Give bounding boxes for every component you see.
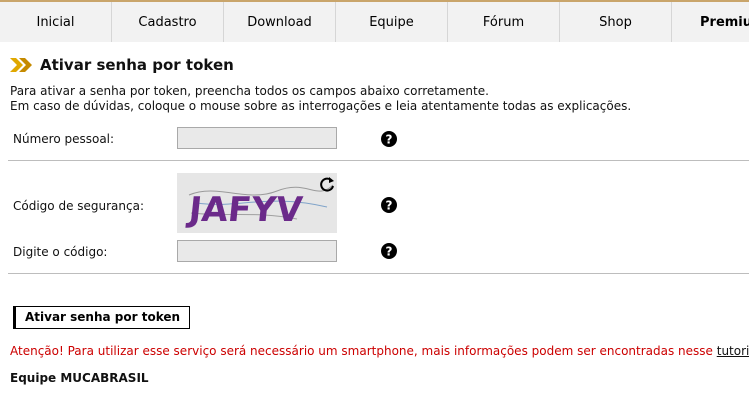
svg-text:?: ?: [386, 245, 393, 259]
nav-item-download[interactable]: Download: [224, 2, 336, 42]
nav-item-premium[interactable]: Premium: [672, 2, 749, 42]
page-title-row: Ativar senha por token: [10, 56, 234, 74]
form-divider: [8, 160, 749, 161]
team-signature: Equipe MUCABRASIL: [10, 371, 149, 385]
enter-code-input[interactable]: [177, 240, 337, 262]
svg-text:?: ?: [386, 133, 393, 147]
help-question-icon[interactable]: ?: [381, 131, 397, 147]
warning-text: Atenção! Para utilizar esse serviço será…: [10, 344, 717, 358]
activate-token-button[interactable]: Ativar senha por token: [13, 306, 191, 329]
refresh-captcha-icon[interactable]: [318, 175, 336, 193]
nav-item-equipe[interactable]: Equipe: [336, 2, 448, 42]
security-code-label: Código de segurança:: [13, 199, 145, 213]
nav-item-inicial[interactable]: Inicial: [0, 2, 112, 42]
smartphone-warning: Atenção! Para utilizar esse serviço será…: [10, 344, 749, 358]
personal-number-input[interactable]: [177, 127, 337, 149]
double-chevron-right-icon: [10, 58, 32, 72]
intro-line-2: Em caso de dúvidas, coloque o mouse sobr…: [10, 99, 632, 113]
form-divider: [8, 273, 749, 274]
captcha-image: JAFYV: [177, 173, 337, 233]
personal-number-label: Número pessoal:: [13, 132, 115, 146]
page-title: Ativar senha por token: [40, 56, 234, 74]
enter-code-label: Digite o código:: [13, 245, 108, 259]
main-nav: Inicial Cadastro Download Equipe Fórum S…: [0, 2, 749, 42]
help-question-icon[interactable]: ?: [381, 197, 397, 213]
intro-line-1: Para ativar a senha por token, preencha …: [10, 84, 489, 98]
help-question-icon[interactable]: ?: [381, 243, 397, 259]
nav-item-forum[interactable]: Fórum: [448, 2, 560, 42]
nav-item-shop[interactable]: Shop: [560, 2, 672, 42]
tutorial-link[interactable]: tutorial: [717, 344, 749, 358]
nav-item-cadastro[interactable]: Cadastro: [112, 2, 224, 42]
intro-text: Para ativar a senha por token, preencha …: [10, 84, 631, 114]
captcha-text: JAFYV: [185, 190, 305, 230]
svg-text:?: ?: [386, 199, 393, 213]
